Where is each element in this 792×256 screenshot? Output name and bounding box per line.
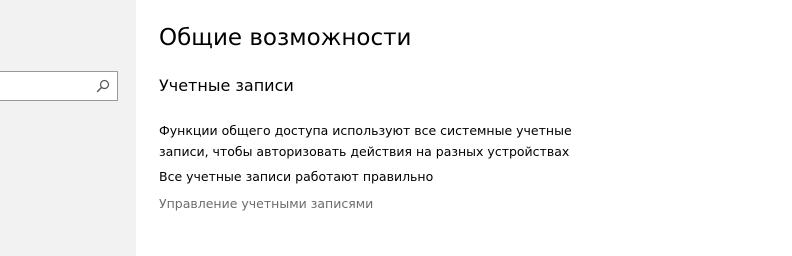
search-icon[interactable] [96,79,110,93]
settings-window: Общие возможности Учетные записи Функции… [0,0,792,256]
accounts-description: Функции общего доступа используют все си… [159,120,629,162]
accounts-status: Все учетные записи работают правильно [159,169,434,184]
description-line: записи, чтобы авторизовать действия на р… [159,144,570,159]
section-heading-accounts: Учетные записи [159,76,294,95]
sidebar [0,0,136,256]
page-title: Общие возможности [159,25,412,51]
description-line: Функции общего доступа используют все си… [159,123,572,138]
manage-accounts-link[interactable]: Управление учетными записями [159,194,373,214]
search-input[interactable] [0,71,118,101]
main-content: Общие возможности Учетные записи Функции… [136,0,792,256]
